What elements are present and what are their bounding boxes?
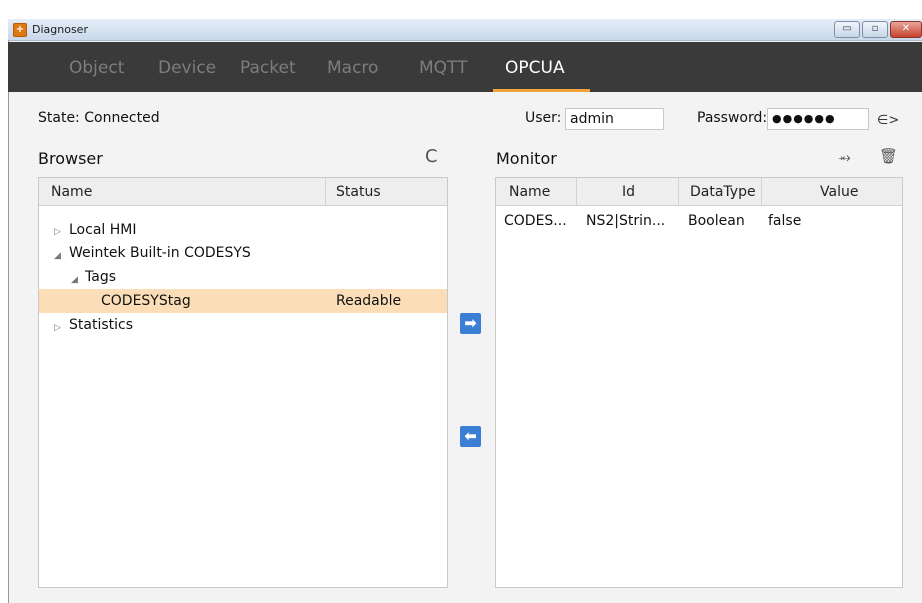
active-tab-indicator [493,89,590,92]
add-to-monitor-button[interactable]: ➡ [460,313,481,334]
collapse-icon[interactable]: ◢ [71,275,78,285]
monitor-cell-id: NS2|Strin... [586,213,666,229]
refresh-icon[interactable]: C [425,148,438,166]
tab-bar: Object Device Packet Macro MQTT OPCUA [8,42,922,92]
title-bar[interactable]: + Diagnoser ▭ ▫ ✕ [8,19,922,41]
browser-col-name[interactable]: Name [51,184,92,200]
tab-mqtt[interactable]: MQTT [419,58,468,78]
user-input[interactable]: admin [565,108,664,130]
column-divider[interactable] [325,178,326,206]
maximize-button[interactable]: ▫ [862,21,888,38]
tab-object[interactable]: Object [69,58,124,78]
tree-item-tags[interactable]: Tags [85,269,116,285]
tree-item-statistics[interactable]: Statistics [69,317,133,333]
password-label: Password: [697,110,768,126]
window-title: Diagnoser [32,23,88,36]
tab-device[interactable]: Device [158,58,216,78]
column-divider[interactable] [761,178,762,206]
collapse-icon[interactable]: ◢ [54,251,61,261]
monitor-col-name[interactable]: Name [509,184,550,200]
tree-item-status: Readable [336,293,402,309]
tab-opcua[interactable]: OPCUA [505,58,565,78]
remove-from-monitor-button[interactable]: ⬅ [460,426,481,447]
clear-monitor-icon[interactable]: ⥇ [838,148,851,166]
browser-title: Browser [38,149,103,168]
column-divider[interactable] [576,178,577,206]
browser-col-status[interactable]: Status [336,184,381,200]
monitor-cell-datatype: Boolean [688,213,745,229]
close-button[interactable]: ✕ [890,21,922,38]
tree-item-codesystag[interactable]: CODESYStag [101,293,191,309]
browser-header: Name Status [39,178,447,206]
monitor-cell-value[interactable]: false [768,213,801,229]
monitor-header: Name Id DataType Value [496,178,902,206]
tab-macro[interactable]: Macro [327,58,378,78]
arrow-left-icon: ⬅ [464,427,477,445]
monitor-table-panel: Name Id DataType Value CODES... NS2|Stri… [495,177,903,588]
expand-icon[interactable]: ▷ [54,323,61,333]
tab-packet[interactable]: Packet [240,58,296,78]
tree-item-local-hmi[interactable]: Local HMI [69,222,136,238]
expand-icon[interactable]: ▷ [54,227,61,237]
logout-icon[interactable]: ∈> [877,112,899,130]
arrow-right-icon: ➡ [464,314,477,332]
monitor-cell-name: CODES... [504,213,567,229]
connection-state: State: Connected [38,110,160,126]
monitor-title: Monitor [496,149,557,168]
user-label: User: [525,110,562,126]
monitor-col-datatype[interactable]: DataType [690,184,756,200]
column-divider[interactable] [678,178,679,206]
password-input[interactable]: ●●●●●● [767,108,869,130]
monitor-col-id[interactable]: Id [622,184,635,200]
browser-tree-panel: Name Status ▷ Local HMI ◢ Weintek Built-… [38,177,448,588]
app-icon: + [13,23,27,37]
tree-item-weintek-codesys[interactable]: Weintek Built-in CODESYS [69,245,251,261]
monitor-col-value[interactable]: Value [820,184,858,200]
minimize-button[interactable]: ▭ [834,21,860,38]
trash-icon[interactable]: 🗑 [879,147,898,165]
